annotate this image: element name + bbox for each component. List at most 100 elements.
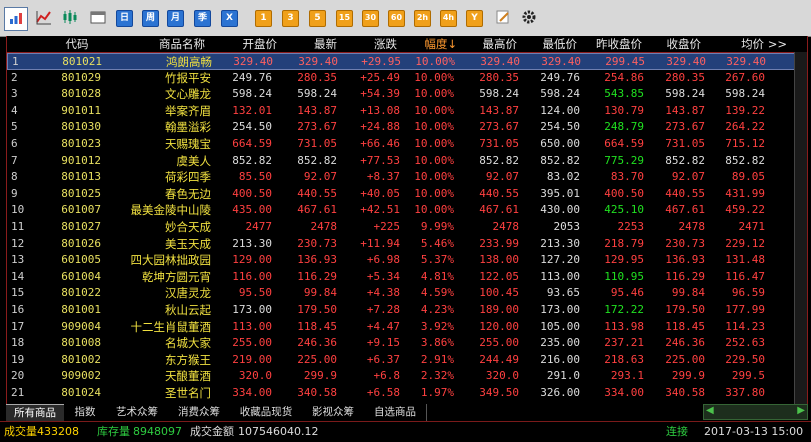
high-price: 280.35 (479, 70, 519, 84)
close-price: 852.82 (665, 153, 705, 167)
column-header-2[interactable]: 开盘价 (222, 36, 278, 52)
change: +6.37 (366, 352, 400, 366)
change-pct: 10.00% (414, 103, 454, 117)
month-button[interactable]: 月 (167, 8, 184, 28)
candlestick-button[interactable] (62, 8, 78, 28)
table-row[interactable]: 16 801001 秋山云起 173.00 179.50 +7.28 4.23% 189.00… (7, 302, 795, 319)
tab-1[interactable]: 指数 (64, 404, 107, 421)
avg-price: 229.12 (725, 236, 765, 250)
period-year-button[interactable]: Y (466, 8, 483, 28)
horizontal-scrollbar[interactable]: ◀ ▶ (703, 404, 808, 420)
tab-2[interactable]: 艺术众筹 (106, 404, 169, 421)
vertical-scrollbar[interactable] (794, 52, 807, 404)
item-code: 801025 (61, 186, 101, 200)
change-pct: 2.91% (420, 352, 454, 366)
scroll-right-icon[interactable]: ▶ (797, 405, 805, 416)
period-1-button[interactable]: 1 (255, 8, 272, 28)
period-30-button[interactable]: 30 (362, 8, 379, 28)
table-row[interactable]: 17 909004 十二生肖鼠董酒 113.00 118.45 +4.47 3.92% 120… (7, 319, 795, 336)
period-4h-button[interactable]: 4h (440, 8, 457, 28)
high-price: 273.67 (479, 120, 519, 134)
table-row[interactable]: 15 801022 汉唐灵龙 95.50 99.84 +4.38 4.59% 100.45 93… (7, 285, 795, 302)
close-price: 299.9 (671, 369, 705, 383)
column-header-1[interactable]: 商品名称 (152, 36, 212, 52)
period-year-icon: Y (466, 9, 483, 27)
avg-price: 89.05 (731, 170, 765, 184)
table-row[interactable]: 21 801024 圣世名门 334.00 340.58 +6.58 1.97% 349.50… (7, 385, 795, 402)
table-row[interactable]: 4 901011 举案齐眉 132.01 143.87 +13.08 10.00% 143.8… (7, 103, 795, 120)
day-button[interactable]: 日 (116, 8, 133, 28)
edit-button[interactable] (495, 8, 511, 28)
column-header-0[interactable]: 代码 (57, 36, 97, 52)
change: +6.8 (373, 369, 401, 383)
season-button[interactable]: 季 (194, 8, 211, 28)
change-pct: 10.00% (414, 186, 454, 200)
last-price: 440.55 (297, 186, 337, 200)
table-row[interactable]: 7 901012 虞美人 852.82 852.82 +77.53 10.00% 852.82… (7, 153, 795, 170)
column-header-4[interactable]: 涨跌 (342, 36, 397, 52)
last-price: 273.67 (297, 120, 337, 134)
period-2h-button[interactable]: 2h (414, 8, 431, 28)
period-3-button[interactable]: 3 (282, 8, 299, 28)
table-row[interactable]: 20 909002 天酿董酒 320.0 299.9 +6.8 2.32% 320.0 291.… (7, 368, 795, 385)
low-price: 291.0 (546, 369, 580, 383)
table-row[interactable]: 13 601005 四大园林拙政园 129.00 136.93 +6.98 5.37% 138… (7, 252, 795, 269)
open-price: 334.00 (232, 386, 272, 399)
scroll-left-icon[interactable]: ◀ (706, 405, 714, 416)
last-price: 118.45 (297, 319, 337, 333)
table-row[interactable]: 18 801008 名城大家 255.00 246.36 +9.15 3.86% 255.00… (7, 335, 795, 352)
gear-button[interactable] (521, 8, 537, 28)
tab-6[interactable]: 自选商品 (364, 404, 427, 421)
change-pct: 2.32% (420, 369, 454, 383)
change-pct: 10.00% (414, 203, 454, 217)
table-row[interactable]: 19 801002 东方猴王 219.00 225.00 +6.37 2.91% 244.49… (7, 352, 795, 369)
period-5-button[interactable]: 5 (309, 8, 326, 28)
tab-0[interactable]: 所有商品 (6, 404, 65, 422)
column-header-6[interactable]: 最高价 (462, 36, 518, 52)
column-header-10[interactable]: 均价 >> (707, 36, 787, 52)
table-row[interactable]: 2 801029 竹报平安 249.76 280.35 +25.49 10.00% 280.3… (7, 70, 795, 87)
item-code: 801027 (61, 220, 101, 233)
table-row[interactable]: 10 601007 最美金陵中山陵 435.00 467.61 +42.51 10.00% 4… (7, 202, 795, 219)
column-header-9[interactable]: 收盘价 (645, 36, 702, 52)
high-price: 189.00 (479, 303, 519, 316)
table-row[interactable]: 11 801027 妙合天成 2477 2478 +225 9.99% 2478 2053 225… (7, 219, 795, 236)
table-row[interactable]: 12 801026 美玉天成 213.30 230.73 +11.94 5.46% 233.9… (7, 236, 795, 253)
table-row[interactable]: 9 801025 春色无边 400.50 440.55 +40.05 10.00% 440.5… (7, 186, 795, 203)
table-row[interactable]: 8 801013 荷彩四季 85.50 92.07 +8.37 10.00% 92.07 83.… (7, 169, 795, 186)
avg-price: 431.99 (725, 186, 765, 200)
prev-close: 172.22 (604, 303, 644, 316)
prev-close: 248.79 (604, 120, 644, 134)
item-name: 竹报平安 (165, 70, 211, 85)
row-number: 1 (12, 55, 19, 68)
calendar-button[interactable] (90, 8, 106, 28)
table-row[interactable]: 3 801028 文心雕龙 598.24 598.24 +54.39 10.00% 598.2… (7, 86, 795, 103)
column-header-3[interactable]: 最新 (292, 36, 337, 52)
table-row[interactable]: 5 801030 翰墨溢彩 254.50 273.67 +24.88 10.00% 273.6… (7, 119, 795, 136)
row-number: 6 (11, 137, 18, 150)
table-row[interactable]: 1 801021 鸿朗高畅 329.40 329.40 +29.95 10.00% 329.4… (7, 53, 795, 70)
period-15-button[interactable]: 15 (336, 8, 353, 28)
period-60-button[interactable]: 60 (388, 8, 405, 28)
close-x-button[interactable]: X (221, 8, 238, 28)
column-header-7[interactable]: 最低价 (522, 36, 578, 52)
item-code: 801008 (61, 336, 101, 350)
avg-price: 96.59 (731, 286, 765, 300)
low-price: 235.00 (540, 336, 580, 350)
amount-label: 成交金额 (190, 425, 234, 438)
candlestick-icon (62, 9, 78, 28)
table-row[interactable]: 14 601004 乾坤方圆元宵 116.00 116.29 +5.34 4.81% 122.… (7, 269, 795, 286)
high-price: 329.40 (480, 55, 520, 68)
bar-chart-button[interactable] (4, 7, 28, 31)
line-chart-button[interactable] (36, 8, 52, 28)
avg-price: 114.23 (725, 319, 765, 333)
tab-5[interactable]: 影视众筹 (302, 404, 365, 421)
column-header-8[interactable]: 昨收盘价 (584, 36, 642, 52)
tab-4[interactable]: 收藏品现货 (230, 404, 303, 421)
tab-3[interactable]: 消费众筹 (168, 404, 231, 421)
open-price: 2477 (245, 220, 273, 233)
column-header-5[interactable]: 幅度↓ (405, 36, 457, 52)
table-row[interactable]: 6 801023 天赐瑰宝 664.59 731.05 +66.46 10.00% 731.0… (7, 136, 795, 153)
week-button[interactable]: 周 (142, 8, 159, 28)
item-code: 801030 (61, 120, 101, 134)
